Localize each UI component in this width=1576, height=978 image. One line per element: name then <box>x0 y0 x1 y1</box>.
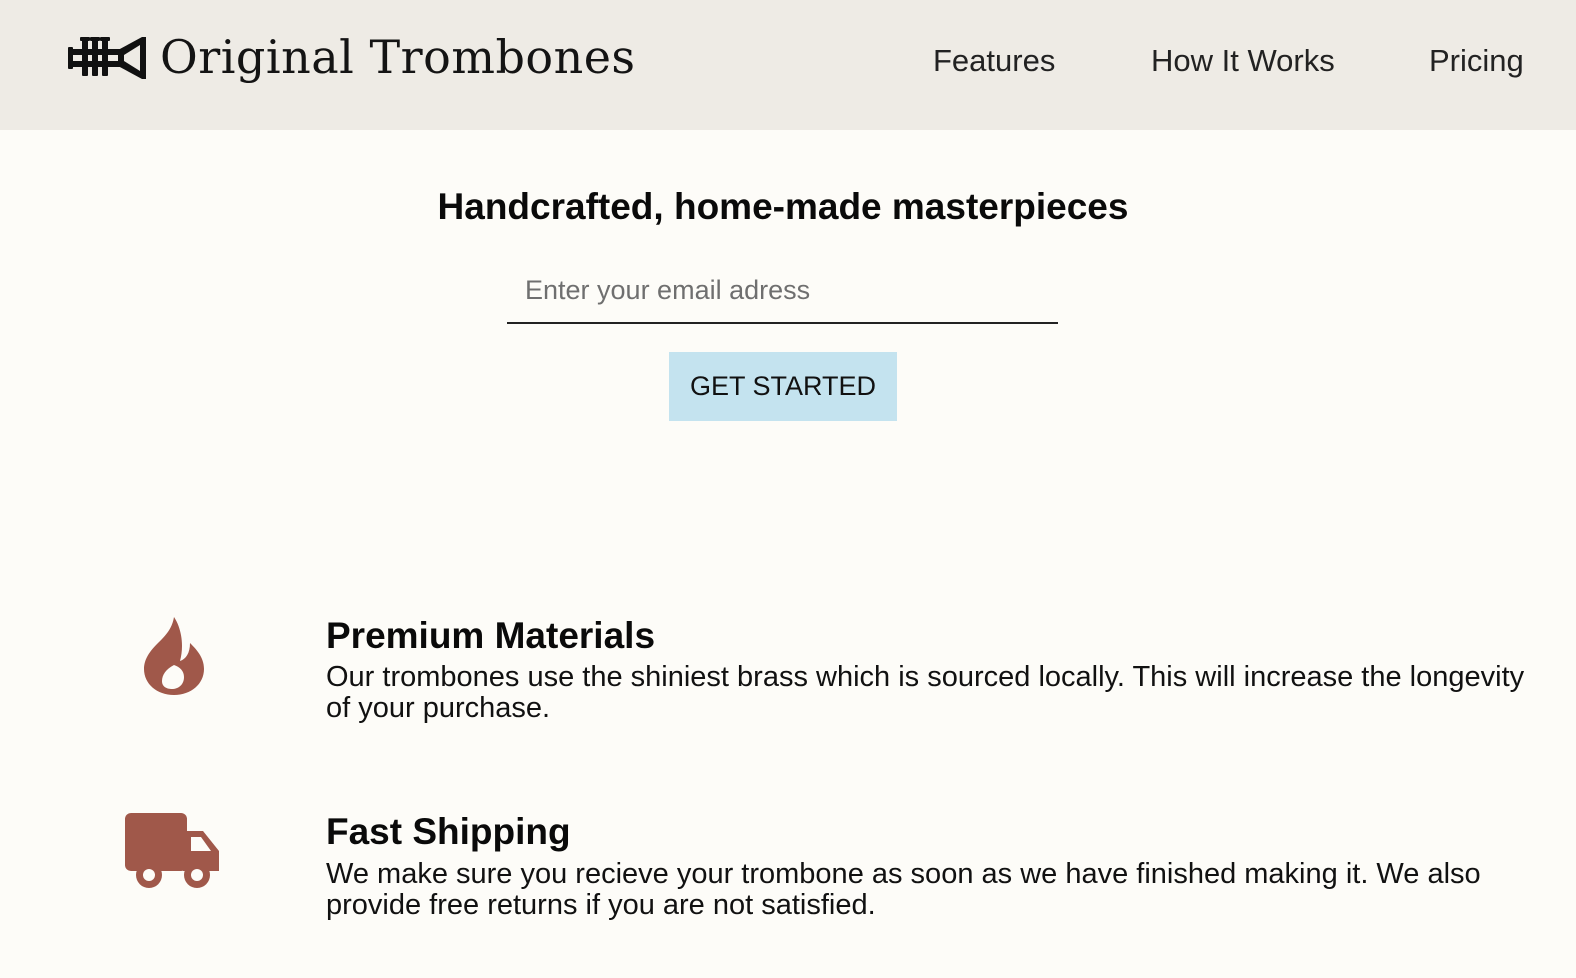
truck-icon <box>125 813 219 888</box>
nav-link-features[interactable]: Features <box>933 42 1055 80</box>
fire-icon <box>144 617 204 695</box>
feature-title: Premium Materials <box>326 615 656 656</box>
email-input[interactable] <box>507 258 1058 324</box>
hero-title: Handcrafted, home-made masterpieces <box>437 186 1129 227</box>
feature-description: Our trombones use the shiniest brass whi… <box>326 661 1525 724</box>
feature-description: We make sure you recieve your trombone a… <box>326 858 1481 921</box>
feature-title: Fast Shipping <box>326 811 571 852</box>
nav-link-pricing[interactable]: Pricing <box>1429 42 1524 80</box>
get-started-button[interactable]: GET STARTED <box>669 352 897 421</box>
brand-logo[interactable]: Original Trombones <box>68 32 636 82</box>
site-header: Original Trombones Features How It Works… <box>0 0 1576 130</box>
nav-link-how-it-works[interactable]: How It Works <box>1151 42 1335 80</box>
brand-name: Original Trombones <box>160 30 636 84</box>
trumpet-icon <box>68 37 146 79</box>
